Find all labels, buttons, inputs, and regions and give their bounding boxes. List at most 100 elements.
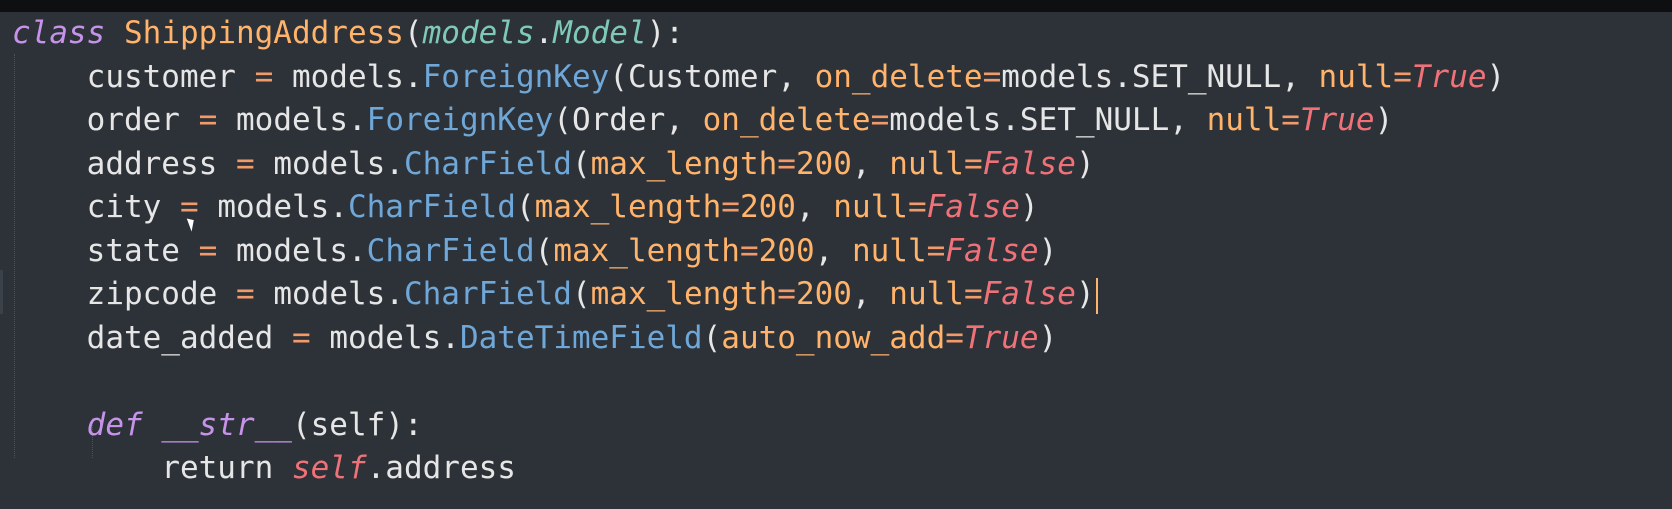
punctuation: ): <box>646 15 684 51</box>
keyword-class: class <box>12 15 106 51</box>
code-line-4[interactable]: address = models.CharField(max_length=20… <box>12 143 1505 187</box>
code-line-9[interactable] <box>12 360 1505 404</box>
kwarg-name: max_length <box>590 276 778 312</box>
punctuation: ( <box>609 58 628 95</box>
code-line-5[interactable]: city = models.CharField(max_length=200, … <box>12 186 1505 230</box>
code-line-8[interactable]: date_added = models.DateTimeField(auto_n… <box>12 317 1505 361</box>
assign-operator: = <box>198 102 218 138</box>
kwarg-name: null <box>833 189 908 225</box>
module-ref: models <box>291 58 404 95</box>
code-line-2[interactable]: customer = models.ForeignKey(Customer, o… <box>12 56 1506 100</box>
field-name: address <box>86 145 218 182</box>
punctuation: ( <box>515 189 535 225</box>
assign-operator: = <box>198 232 218 269</box>
code-block: class ShippingAddress(models.Model): cus… <box>12 12 1505 491</box>
assign-operator: = <box>235 276 255 312</box>
module-ref: models <box>236 102 348 138</box>
kwarg-value: models.SET_NULL <box>1001 58 1282 95</box>
field-name: state <box>86 232 180 269</box>
punctuation: ( <box>553 102 572 138</box>
punctuation: ) <box>1075 276 1095 312</box>
module-ref: models <box>273 145 386 182</box>
punctuation: . <box>385 145 404 182</box>
field-name: order <box>86 102 180 138</box>
method-params: (self): <box>291 406 423 443</box>
assign-operator: = <box>254 58 274 95</box>
punctuation: . <box>329 189 348 225</box>
code-line-6[interactable]: state = models.CharField(max_length=200,… <box>12 230 1505 274</box>
field-type: CharField <box>403 276 572 312</box>
assign-operator: = <box>235 145 255 182</box>
attribute-access: .address <box>366 450 516 486</box>
code-line-10[interactable]: def __str__(self): <box>12 404 1505 448</box>
kwarg-operator: = <box>721 189 740 225</box>
kwarg-operator: = <box>739 232 759 269</box>
field-type: ForeignKey <box>422 58 610 95</box>
kwarg-operator: = <box>926 232 946 269</box>
punctuation: ( <box>702 319 722 356</box>
module-ref: models <box>273 276 386 312</box>
base-class: Model <box>553 15 647 51</box>
kwarg-value-number: 200 <box>795 145 852 182</box>
punctuation: ) <box>1019 189 1039 225</box>
kwarg-value-number: 200 <box>795 276 852 312</box>
punctuation: , <box>814 232 852 269</box>
keyword-def: def <box>86 406 143 443</box>
field-name: zipcode <box>86 276 218 312</box>
kwarg-operator: = <box>777 145 796 182</box>
punctuation: ) <box>1486 58 1506 95</box>
kwarg-value: models.SET_NULL <box>889 102 1170 138</box>
kwarg-operator: = <box>1393 58 1412 95</box>
assign-operator: = <box>291 319 311 356</box>
field-type: CharField <box>366 232 535 269</box>
kwarg-operator: = <box>963 145 983 182</box>
kwarg-operator: = <box>777 276 796 312</box>
method-name: __str__ <box>161 406 292 443</box>
kwarg-value-number: 200 <box>739 189 796 225</box>
code-line-7[interactable]: zipcode = models.CharField(max_length=20… <box>12 273 1505 317</box>
code-editor[interactable]: class ShippingAddress(models.Model): cus… <box>0 0 1672 509</box>
kwarg-name: max_length <box>553 232 740 269</box>
self-keyword: self <box>291 450 367 486</box>
kwarg-operator: = <box>963 276 983 312</box>
kwarg-value-bool: False <box>926 189 1020 225</box>
kwarg-name: max_length <box>590 145 778 182</box>
kwarg-name: null <box>851 232 927 269</box>
kwarg-name: on_delete <box>702 102 871 138</box>
kwarg-name: auto_now_add <box>721 319 946 356</box>
field-type: CharField <box>347 189 516 225</box>
punctuation: ) <box>1374 102 1394 138</box>
punctuation: . <box>347 232 367 269</box>
module-ref: models <box>329 319 442 356</box>
punctuation: , <box>795 189 834 225</box>
kwarg-value-bool: True <box>1411 58 1487 95</box>
kwarg-operator: = <box>1281 102 1300 138</box>
punctuation: , <box>777 58 815 95</box>
model-ref: Order <box>571 102 666 138</box>
field-type: ForeignKey <box>366 102 554 138</box>
punctuation: . <box>403 58 423 95</box>
kwarg-name: null <box>1318 58 1394 95</box>
punctuation: , <box>1281 58 1319 95</box>
kwarg-operator: = <box>982 58 1002 95</box>
code-line-11[interactable]: return self.address <box>12 447 1505 491</box>
kwarg-value-bool: True <box>1299 102 1375 138</box>
punctuation: ( <box>571 145 591 182</box>
field-type: CharField <box>403 145 572 182</box>
class-name: ShippingAddress <box>124 15 404 51</box>
punctuation: ) <box>1038 232 1058 269</box>
kwarg-value-number: 200 <box>758 232 815 269</box>
kwarg-operator: = <box>907 189 927 225</box>
kwarg-operator: = <box>870 102 890 138</box>
code-line-3[interactable]: order = models.ForeignKey(Order, on_dele… <box>12 99 1505 143</box>
module-ref: models <box>217 189 330 225</box>
code-line-1[interactable]: class ShippingAddress(models.Model): <box>12 12 1505 56</box>
punctuation: , <box>1169 102 1207 138</box>
field-name: date_added <box>86 319 274 356</box>
field-name: city <box>86 189 162 225</box>
punctuation: ) <box>1038 319 1058 356</box>
punctuation: . <box>534 15 554 51</box>
module-ref: models <box>236 232 348 269</box>
punctuation: ( <box>403 15 423 51</box>
punctuation: , <box>851 145 890 182</box>
